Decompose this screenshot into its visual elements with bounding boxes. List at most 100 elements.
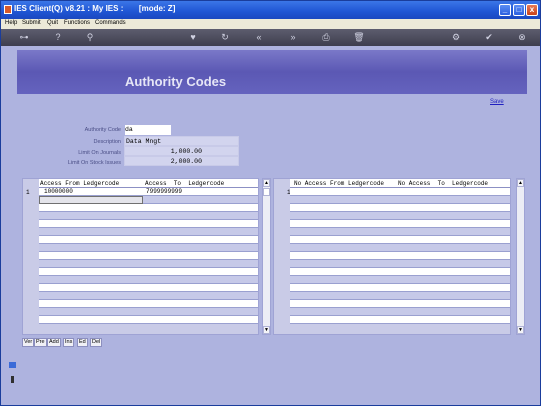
save-link[interactable]: Save xyxy=(490,99,504,105)
table-row[interactable] xyxy=(39,276,258,284)
table-row[interactable] xyxy=(39,196,258,204)
no-access-grid-header: No Access From Ledgercode No Access To L… xyxy=(290,179,510,188)
table-row[interactable] xyxy=(39,292,258,300)
close-icon[interactable]: ⊗ xyxy=(516,32,528,43)
table-row[interactable] xyxy=(290,220,510,228)
toolbar: ⊶ ? ⚲ ♥ ↻ « » ⎙ 🗑 ⚙ ✔ ⊗ xyxy=(1,29,540,46)
table-row[interactable] xyxy=(39,236,258,244)
table-row[interactable] xyxy=(39,268,258,276)
col-no-access-from: No Access From Ledgercode xyxy=(294,180,385,187)
no-access-grid-rows xyxy=(290,188,510,334)
table-row[interactable] xyxy=(290,212,510,220)
limit-stock-label: Limit On Stock Issues xyxy=(67,160,121,166)
table-row[interactable] xyxy=(290,204,510,212)
key-icon[interactable]: ⊶ xyxy=(15,32,33,43)
table-row[interactable]: 10000000 7999999999 xyxy=(39,188,258,196)
col-no-access-to: No Access To Ledgercode xyxy=(398,180,489,187)
authority-code-label: Authority Code xyxy=(84,127,121,133)
menu-bar: Help Submit Quit Functions Commands xyxy=(1,19,540,29)
scroll-up-icon[interactable]: ▲ xyxy=(263,179,270,187)
access-grid: Access From Ledgercode Access To Ledgerc… xyxy=(22,178,259,335)
print-icon[interactable]: ⚙ xyxy=(450,32,462,43)
cell-access-to[interactable]: 7999999999 xyxy=(146,188,182,196)
help-icon[interactable]: ? xyxy=(52,32,64,43)
refresh-icon[interactable]: ↻ xyxy=(219,32,231,43)
scroll-down-icon[interactable]: ▼ xyxy=(263,326,270,334)
authority-code-field[interactable]: da xyxy=(125,125,171,135)
table-row[interactable] xyxy=(39,300,258,308)
table-row[interactable] xyxy=(39,284,258,292)
access-grid-rows: 10000000 7999999999 xyxy=(39,188,258,334)
row-number: 1 xyxy=(26,189,30,196)
title-bar: IES Client(Q) v8.21 : My IES : [mode: Z]… xyxy=(1,1,540,19)
col-access-to: Access To Ledgercode xyxy=(145,180,225,187)
menu-submit[interactable]: Submit xyxy=(22,20,41,26)
table-row[interactable] xyxy=(290,228,510,236)
table-row[interactable] xyxy=(290,284,510,292)
description-label: Description xyxy=(93,139,121,145)
table-row[interactable] xyxy=(290,316,510,324)
del-button[interactable]: Del xyxy=(90,338,103,347)
menu-functions[interactable]: Functions xyxy=(64,20,90,26)
table-row[interactable] xyxy=(290,292,510,300)
limit-journals-field[interactable]: 1,000.00 xyxy=(124,146,239,156)
table-row[interactable] xyxy=(290,276,510,284)
no-access-grid: No Access From Ledgercode No Access To L… xyxy=(273,178,511,335)
app-window: IES Client(Q) v8.21 : My IES : [mode: Z]… xyxy=(0,0,541,406)
table-row[interactable] xyxy=(290,188,510,196)
trash-icon[interactable]: 🗑 xyxy=(353,32,365,43)
ins-button[interactable]: Ins xyxy=(63,338,75,347)
menu-quit[interactable]: Quit xyxy=(47,20,58,26)
cell-access-from[interactable]: 10000000 xyxy=(44,188,73,196)
table-row[interactable] xyxy=(39,220,258,228)
minimize-button[interactable]: _ xyxy=(499,4,511,16)
table-row[interactable] xyxy=(290,252,510,260)
info-icon[interactable] xyxy=(11,376,14,383)
table-row[interactable] xyxy=(39,204,258,212)
table-row[interactable] xyxy=(290,236,510,244)
table-row[interactable] xyxy=(39,260,258,268)
app-icon xyxy=(4,5,12,14)
page-title: Authority Codes xyxy=(125,74,227,89)
close-button[interactable]: x xyxy=(526,4,538,16)
table-row[interactable] xyxy=(39,244,258,252)
heart-icon[interactable]: ♥ xyxy=(187,32,199,43)
check-icon[interactable]: ✔ xyxy=(483,32,495,43)
pre-button[interactable]: Pre xyxy=(34,338,47,347)
rewind-icon[interactable]: « xyxy=(253,32,265,43)
maximize-button[interactable]: □ xyxy=(513,4,525,16)
table-row[interactable] xyxy=(39,252,258,260)
add-button[interactable]: Add xyxy=(47,338,61,347)
no-access-grid-scrollbar[interactable]: ▲ ▼ xyxy=(516,178,525,335)
table-row[interactable] xyxy=(39,212,258,220)
scroll-up-icon[interactable]: ▲ xyxy=(517,179,524,187)
col-access-from: Access From Ledgercode xyxy=(40,180,120,187)
table-row[interactable] xyxy=(290,300,510,308)
access-grid-header: Access From Ledgercode Access To Ledgerc… xyxy=(39,179,258,188)
ed-button[interactable]: Ed xyxy=(77,338,88,347)
description-field[interactable]: Data Mngt xyxy=(124,136,239,146)
table-row[interactable] xyxy=(39,308,258,316)
scroll-thumb[interactable] xyxy=(263,188,270,196)
search-icon[interactable]: ⚲ xyxy=(84,32,96,43)
table-row[interactable] xyxy=(290,196,510,204)
window-title: IES Client(Q) v8.21 : My IES : [mode: Z] xyxy=(14,4,176,13)
menu-commands[interactable]: Commands xyxy=(95,20,126,26)
table-row[interactable] xyxy=(290,268,510,276)
table-row[interactable] xyxy=(290,244,510,252)
side-panel-icon[interactable] xyxy=(9,362,16,368)
table-row[interactable] xyxy=(39,316,258,324)
scroll-down-icon[interactable]: ▼ xyxy=(517,326,524,334)
bookmark-icon[interactable]: ⎙ xyxy=(320,32,332,43)
active-cell[interactable] xyxy=(39,196,143,204)
page-banner: Authority Codes xyxy=(17,50,527,94)
table-row[interactable] xyxy=(39,228,258,236)
table-row[interactable] xyxy=(290,308,510,316)
ver-button[interactable]: Ver xyxy=(22,338,35,347)
limit-stock-field[interactable]: 2,000.00 xyxy=(124,156,239,166)
limit-journals-label: Limit On Journals xyxy=(78,150,121,156)
forward-icon[interactable]: » xyxy=(287,32,299,43)
access-grid-scrollbar[interactable]: ▲ ▼ xyxy=(262,178,271,335)
table-row[interactable] xyxy=(290,260,510,268)
menu-help[interactable]: Help xyxy=(5,20,17,26)
